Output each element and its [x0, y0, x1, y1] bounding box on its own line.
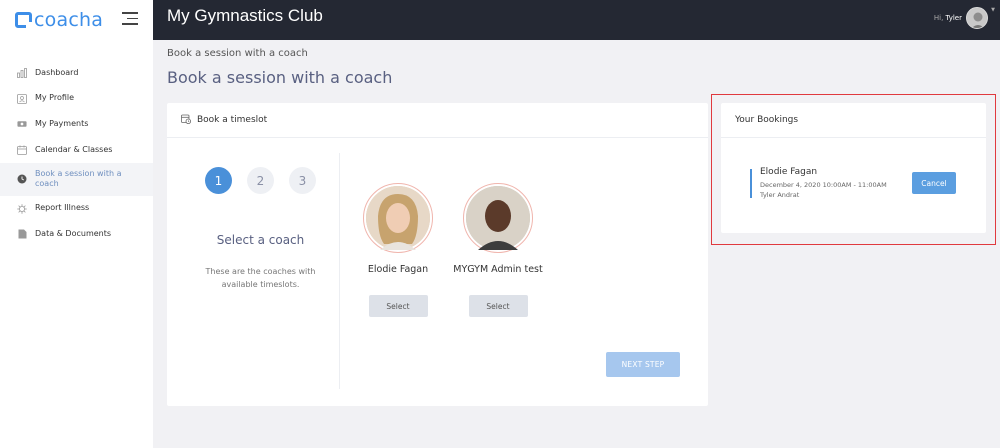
select-coach-button[interactable]: Select	[468, 295, 528, 317]
divider	[339, 153, 340, 389]
brand-logo[interactable]: coacha	[15, 9, 103, 31]
clock-icon	[17, 174, 27, 184]
coach-card: Elodie Fagan Select	[353, 183, 443, 317]
step-3[interactable]: 3	[289, 167, 316, 194]
sidebar-item-calendar[interactable]: Calendar & Classes	[0, 137, 153, 163]
greeting-prefix: Hi,	[933, 14, 944, 22]
step-2[interactable]: 2	[247, 167, 274, 194]
page-title: Book a session with a coach	[167, 68, 393, 87]
virus-icon	[17, 203, 27, 214]
brand-name: coacha	[34, 9, 104, 31]
profile-card-icon	[17, 93, 27, 104]
sidebar-item-dashboard[interactable]: Dashboard	[0, 60, 153, 86]
app-title: My Gymnastics Club	[167, 6, 323, 25]
timeslot-card-title: Book a timeslot	[197, 115, 268, 125]
coach-card: MYGYM Admin test Select	[453, 183, 543, 317]
breadcrumb: Book a session with a coach	[167, 48, 308, 59]
logo-icon	[15, 12, 32, 28]
sidebar-item-label: My Profile	[35, 93, 75, 103]
avatar[interactable]	[966, 7, 988, 29]
chevron-down-icon[interactable]: ▼	[991, 7, 995, 13]
booking-coach-name: Elodie Fagan	[760, 167, 818, 177]
sidebar-nav: Dashboard My Profile My Payments Calenda…	[0, 60, 153, 247]
step-title: Select a coach	[216, 233, 305, 247]
calendar-clock-icon	[181, 114, 191, 127]
timeslot-card-header: Book a timeslot	[167, 103, 708, 138]
bookings-card-header: Your Bookings	[721, 103, 986, 138]
coach-name: Elodie Fagan	[367, 264, 429, 275]
sidebar-item-label: Book a session with a coach	[35, 168, 122, 189]
menu-toggle-icon[interactable]	[122, 12, 138, 26]
booking-person: Tyler Andrat	[760, 191, 800, 199]
timeslot-card: Book a timeslot 1 2 3 Select a coach The…	[167, 103, 708, 406]
sidebar-item-profile[interactable]: My Profile	[0, 86, 153, 112]
sidebar-item-data-documents[interactable]: Data & Documents	[0, 221, 153, 247]
sidebar: coacha Dashboard My Profile My Payments	[0, 0, 153, 448]
sidebar-item-book-session[interactable]: Book a session with a coach	[0, 162, 153, 196]
sidebar-item-label: Data & Documents	[35, 229, 112, 239]
bookings-card-title: Your Bookings	[735, 115, 799, 125]
select-coach-button[interactable]: Select	[368, 295, 428, 317]
document-icon	[17, 229, 27, 239]
chart-icon	[17, 67, 27, 78]
sidebar-item-label: Calendar & Classes	[35, 144, 113, 154]
user-name: Tyler	[945, 14, 962, 22]
sidebar-item-payments[interactable]: My Payments	[0, 111, 153, 137]
sidebar-item-label: My Payments	[35, 118, 89, 128]
step-description: These are the coaches with available tim…	[205, 267, 316, 289]
calendar-icon	[17, 145, 27, 155]
topbar: My Gymnastics Club Hi, Tyler ▼	[153, 0, 1000, 40]
cancel-booking-button[interactable]: Cancel	[912, 172, 956, 194]
sidebar-item-label: Dashboard	[35, 67, 79, 77]
step-indicator: 1 2 3	[205, 167, 331, 194]
coach-name: MYGYM Admin test	[453, 264, 543, 275]
coach-photo	[363, 183, 433, 253]
step-1[interactable]: 1	[205, 167, 232, 194]
next-step-button[interactable]: NEXT STEP	[606, 352, 680, 377]
coach-photo	[463, 183, 533, 253]
bookings-card: Your Bookings Elodie Fagan December 4, 2…	[721, 103, 986, 233]
booking-time: December 4, 2020 10:00AM - 11:00AM	[760, 181, 887, 189]
sidebar-item-report-illness[interactable]: Report Illness	[0, 196, 153, 222]
user-greeting[interactable]: Hi, Tyler	[934, 14, 962, 22]
money-icon	[17, 119, 27, 129]
sidebar-item-label: Report Illness	[35, 203, 90, 213]
